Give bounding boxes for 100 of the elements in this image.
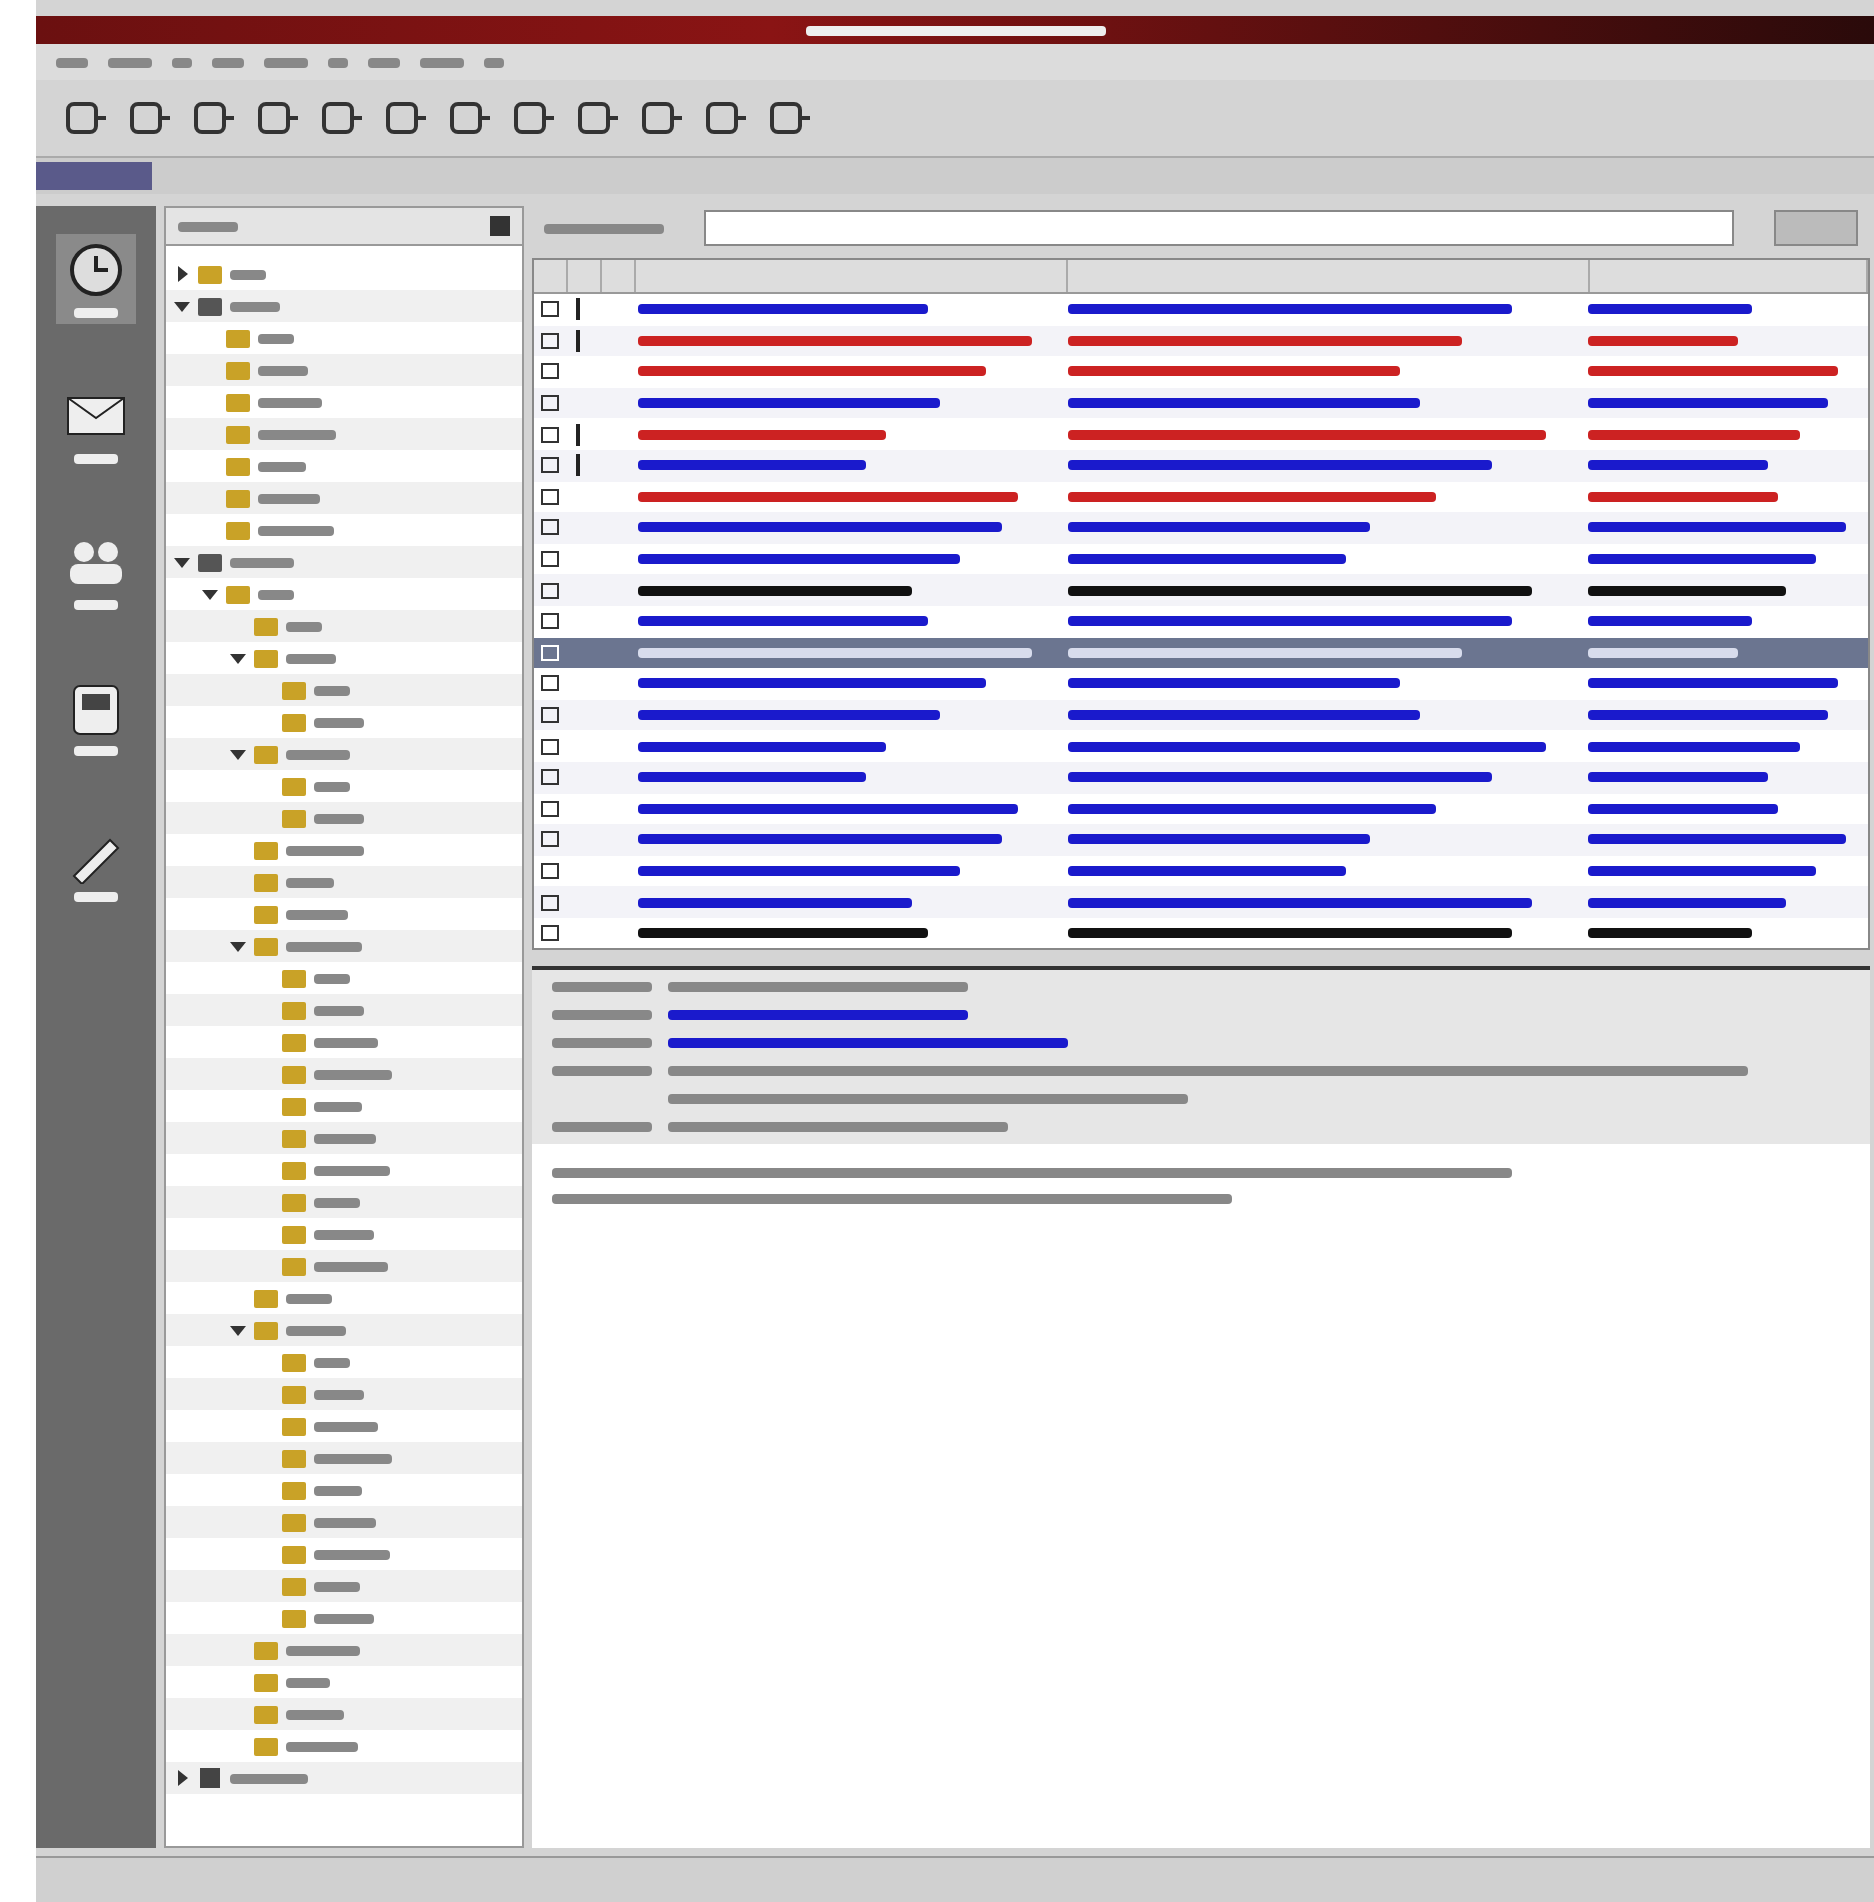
blurred-folder-name <box>314 973 350 983</box>
blurred-menu-item[interactable] <box>484 57 504 67</box>
folder-icon <box>224 518 252 542</box>
flag-icon[interactable] <box>572 329 584 352</box>
flag-icon[interactable] <box>572 298 584 321</box>
blurred-folder-name <box>258 365 308 375</box>
message-row[interactable] <box>534 886 1868 918</box>
folder-icon <box>224 390 252 414</box>
folder-icon <box>196 262 224 286</box>
blurred-folder-name <box>286 909 348 919</box>
blurred-menu-item[interactable] <box>420 57 464 67</box>
folder-icon <box>252 1702 280 1726</box>
blurred-label <box>74 892 118 902</box>
message-row[interactable] <box>534 387 1868 419</box>
blurred-folder-name <box>314 717 364 727</box>
flag-icon[interactable] <box>572 423 584 446</box>
blurred-folder-name <box>314 1517 376 1527</box>
blurred-label <box>544 223 664 233</box>
folder-icon <box>280 1446 308 1470</box>
blurred-menu-item[interactable] <box>56 57 88 67</box>
folder-icon <box>280 1254 308 1278</box>
folder-icon <box>252 646 280 670</box>
folder-icon <box>280 998 308 1022</box>
message-row[interactable] <box>534 512 1868 544</box>
blurred-label <box>74 600 118 610</box>
blurred-folder-name <box>314 1037 378 1047</box>
folder-icon <box>280 774 308 798</box>
blurred-folder-name <box>286 877 334 887</box>
folder-item[interactable] <box>166 1762 522 1794</box>
message-row[interactable] <box>534 761 1868 793</box>
blurred-folder-name <box>258 397 322 407</box>
blurred-folder-name <box>314 1005 364 1015</box>
blurred-label <box>552 1038 652 1049</box>
blurred-folder-name <box>230 301 280 311</box>
folder-icon <box>224 454 252 478</box>
blurred-label <box>178 221 238 231</box>
expander-icon[interactable] <box>230 650 246 666</box>
blurred-label <box>552 1066 652 1077</box>
folder-item[interactable] <box>166 546 522 578</box>
blurred-menu-item[interactable] <box>212 57 244 67</box>
blurred-menu-item[interactable] <box>264 57 308 67</box>
folder-icon <box>252 614 280 638</box>
folder-item[interactable] <box>166 290 522 322</box>
blurred-label <box>74 308 118 318</box>
blurred-link[interactable] <box>668 1010 968 1021</box>
blurred-menu-item[interactable] <box>172 57 192 67</box>
blurred-folder-name <box>258 589 294 599</box>
folder-icon <box>252 742 280 766</box>
blurred-folder-name <box>314 685 350 695</box>
blurred-folder-name <box>314 1453 392 1463</box>
search-button[interactable] <box>1774 210 1858 246</box>
blurred-folder-name <box>230 269 266 279</box>
message-row[interactable] <box>534 699 1868 731</box>
message-row[interactable] <box>534 449 1868 482</box>
blurred-folder-name <box>286 621 322 631</box>
folder-icon <box>280 1606 308 1630</box>
blurred-folder-name <box>230 1773 308 1783</box>
server-icon <box>196 550 224 574</box>
blurred-folder-name <box>314 1549 390 1559</box>
blurred-folder-name <box>314 1613 374 1623</box>
sidebar-button[interactable] <box>56 234 136 324</box>
server-icon <box>196 294 224 318</box>
expander-icon[interactable] <box>230 938 246 954</box>
blurred-label <box>552 1122 652 1133</box>
search-field[interactable] <box>704 210 1734 246</box>
blurred-menu-item[interactable] <box>328 57 348 67</box>
folder-icon <box>280 1094 308 1118</box>
folder-icon <box>224 582 252 606</box>
blurred-folder-name <box>314 1485 362 1495</box>
folder-icon <box>280 1222 308 1246</box>
blurred-folder-name <box>286 845 364 855</box>
blurred-folder-name <box>258 525 334 535</box>
blurred-folder-name <box>314 1421 378 1431</box>
folder-icon <box>280 1062 308 1086</box>
folder-icon <box>280 1350 308 1374</box>
folder-icon <box>252 1318 280 1342</box>
blurred-link[interactable] <box>668 1038 1068 1049</box>
folder-icon <box>252 1286 280 1310</box>
blurred-menu-item[interactable] <box>368 57 400 67</box>
blurred-menu-item[interactable] <box>108 57 152 67</box>
blurred-folder-name <box>286 1677 330 1687</box>
blurred-folder-name <box>286 1645 360 1655</box>
folder-icon <box>280 1510 308 1534</box>
blurred-folder-name <box>286 1293 332 1303</box>
blurred-folder-name <box>258 461 306 471</box>
blurred-folder-name <box>258 333 294 343</box>
message-row[interactable] <box>534 574 1868 606</box>
folder-icon <box>224 422 252 446</box>
message-row[interactable] <box>534 824 1868 856</box>
folder-icon <box>280 1478 308 1502</box>
expander-icon[interactable] <box>230 1322 246 1338</box>
folder-icon <box>280 1030 308 1054</box>
blurred-folder-name <box>314 1101 362 1111</box>
blurred-folder-name <box>314 1069 392 1079</box>
expander-icon[interactable] <box>174 1770 190 1786</box>
expander-icon[interactable] <box>230 746 246 762</box>
blurred-folder-name <box>286 1741 358 1751</box>
blurred-folder-name <box>286 749 350 759</box>
folder-icon <box>280 678 308 702</box>
flag-icon[interactable] <box>572 454 584 477</box>
